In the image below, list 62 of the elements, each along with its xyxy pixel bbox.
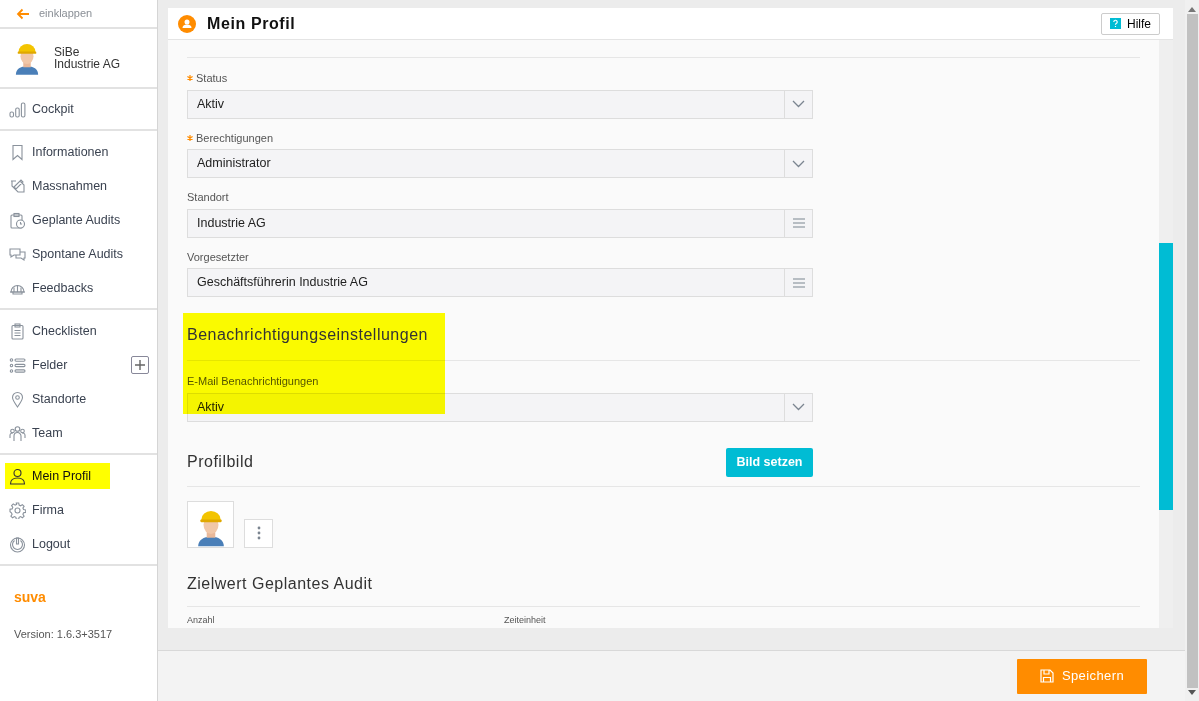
version-text: Version: 1.6.3+3517 xyxy=(14,627,113,642)
input-field[interactable]: Geschäftsführerin Industrie AG xyxy=(187,268,813,297)
section-title: Profilbild xyxy=(187,452,254,472)
list-icon xyxy=(9,356,26,374)
field-label: Anzahl xyxy=(187,614,216,625)
user-icon xyxy=(9,467,26,485)
sidebar-item[interactable]: Checklisten xyxy=(5,317,101,345)
field-label: Vorgesetzter xyxy=(187,249,249,265)
scroll-up-icon[interactable] xyxy=(1188,7,1196,12)
plus-icon xyxy=(135,360,145,370)
gear-icon xyxy=(9,501,26,519)
brand-logo: suva xyxy=(14,588,46,607)
sidebar-item[interactable]: Standorte xyxy=(5,385,91,413)
sidebar-item[interactable]: Firma xyxy=(5,496,68,524)
sidebar-item[interactable]: Cockpit xyxy=(5,95,78,123)
add-button[interactable] xyxy=(131,356,149,374)
sidebar-item[interactable]: Geplante Audits xyxy=(5,206,125,234)
help-button[interactable]: Hilfe xyxy=(1101,12,1160,35)
sidebar-item[interactable]: Spontane Audits xyxy=(5,240,128,268)
note-pen-icon xyxy=(9,177,26,195)
scroll-down-icon[interactable] xyxy=(1188,690,1196,695)
user-name: SiBe xyxy=(54,46,81,58)
power-icon xyxy=(9,535,26,553)
bar-chart-icon xyxy=(9,100,26,118)
select-field[interactable]: Aktiv xyxy=(187,89,813,119)
user-icon xyxy=(178,14,196,33)
sidebar-item[interactable]: Feedbacks xyxy=(5,274,98,302)
map-pin-icon xyxy=(9,390,26,408)
sidebar-item[interactable]: Massnahmen xyxy=(5,172,112,200)
input-field[interactable]: Industrie AG xyxy=(187,208,813,238)
field-label: Berechtigungen xyxy=(196,130,274,146)
help-icon xyxy=(1110,18,1121,29)
sidebar-item[interactable]: Logout xyxy=(5,530,75,558)
scrollbar-thumb[interactable] xyxy=(1159,243,1173,510)
menu-icon xyxy=(792,277,805,288)
menu-icon xyxy=(792,218,805,228)
sidebar-item[interactable]: Mein Profil xyxy=(5,462,110,490)
page-title: Mein Profil xyxy=(207,13,296,34)
sidebar-item[interactable]: Informationen xyxy=(5,138,113,166)
field-label: Status xyxy=(196,71,228,86)
chevron-down-icon xyxy=(792,403,805,411)
chevron-down-icon xyxy=(792,159,805,168)
arrow-left-icon xyxy=(16,7,30,20)
clipboard-clock-icon xyxy=(9,211,26,229)
section-title: Zielwert Geplantes Audit xyxy=(187,573,373,594)
select-field[interactable]: Administrator xyxy=(187,149,813,178)
section-title: Benachrichtigungseinstellungen xyxy=(187,325,428,345)
bookmark-icon xyxy=(9,143,26,161)
sidebar-item[interactable]: Felder xyxy=(5,351,72,379)
company-name: Industrie AG xyxy=(54,58,121,70)
clipboard-icon xyxy=(9,322,26,340)
more-icon xyxy=(256,526,261,540)
required-icon xyxy=(187,75,193,82)
field-label: Standort xyxy=(187,190,229,205)
field-label: E-Mail Benachrichtigungen xyxy=(187,374,319,389)
scrollbar-thumb[interactable] xyxy=(1186,14,1198,688)
required-icon xyxy=(187,134,193,141)
field-label: Zeiteinheit xyxy=(504,614,547,625)
chevron-down-icon xyxy=(792,100,805,108)
team-icon xyxy=(9,424,26,442)
chat-bubbles-icon xyxy=(9,245,26,263)
sidebar-item[interactable]: Team xyxy=(5,419,67,447)
